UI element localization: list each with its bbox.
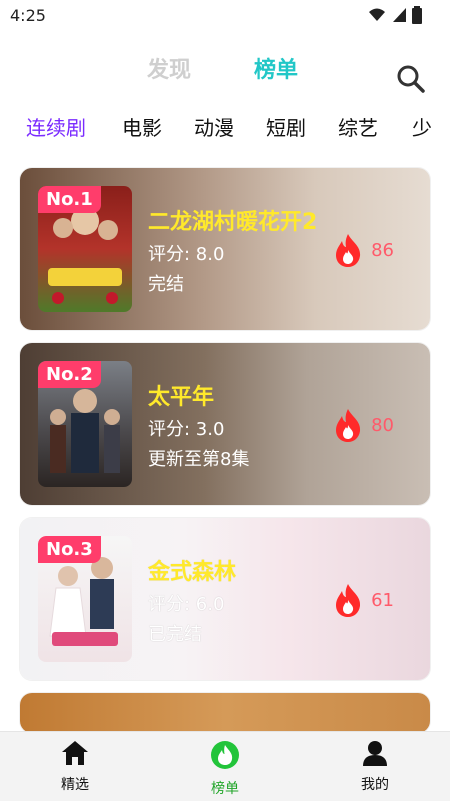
search-button[interactable] — [396, 64, 426, 94]
nav-featured-label: 精选 — [61, 777, 89, 793]
status-icons — [368, 6, 422, 24]
heat-value: 86 — [371, 239, 394, 261]
poster-image: No.3 — [38, 536, 132, 662]
heat-indicator: 86 — [333, 232, 394, 268]
battery-icon — [412, 6, 422, 24]
wifi-icon — [369, 8, 385, 21]
category-anime[interactable]: 动漫 — [194, 112, 234, 141]
signal-icon — [393, 8, 406, 22]
heat-value: 61 — [371, 589, 394, 611]
status-bar: 4:25 — [0, 0, 450, 32]
ranking-card[interactable]: No.3 金式森林 评分: 6.0 已完结 61 — [20, 518, 430, 680]
ranking-card[interactable]: No.1 二龙湖村暖花开2 评分: 8.0 完结 86 — [20, 168, 430, 330]
ranking-card[interactable]: No.2 太平年 评分: 3.0 更新至第8集 80 — [20, 343, 430, 505]
tab-discover[interactable]: 发现 — [147, 52, 191, 84]
heat-value: 80 — [371, 414, 394, 436]
heat-indicator: 80 — [333, 407, 394, 443]
rank-badge: No.2 — [38, 361, 101, 388]
category-kids[interactable]: 少 — [412, 112, 432, 141]
drama-title: 二龙湖村暖花开2 — [148, 210, 318, 235]
flame-icon — [336, 409, 361, 442]
top-tabs: 发现 榜单 — [0, 52, 450, 96]
drama-title: 金式森林 — [148, 560, 237, 585]
ranking-card[interactable] — [20, 693, 430, 733]
drama-score: 评分: 6.0 — [148, 594, 225, 615]
rank-badge: No.1 — [38, 186, 101, 213]
drama-score: 评分: 8.0 — [148, 244, 225, 265]
flame-icon — [336, 234, 361, 267]
search-icon — [397, 65, 425, 93]
nav-ranking-label: 榜单 — [211, 781, 239, 797]
category-short-drama[interactable]: 短剧 — [266, 112, 306, 141]
rank-badge: No.3 — [38, 536, 101, 563]
user-icon — [363, 741, 387, 766]
home-icon — [62, 741, 88, 765]
drama-status: 完结 — [148, 274, 184, 295]
tab-ranking[interactable]: 榜单 — [254, 52, 298, 84]
category-movie[interactable]: 电影 — [122, 112, 162, 141]
category-row: 连续剧 电影 动漫 短剧 综艺 少 — [0, 112, 450, 148]
drama-title: 太平年 — [148, 385, 215, 410]
nav-featured[interactable]: 精选 — [20, 740, 130, 794]
category-variety[interactable]: 综艺 — [338, 112, 378, 141]
heat-indicator: 61 — [333, 582, 394, 618]
flame-icon — [336, 584, 361, 617]
drama-status: 更新至第8集 — [148, 449, 250, 470]
poster-image: No.1 — [38, 186, 132, 312]
category-tv-series[interactable]: 连续剧 — [26, 112, 86, 141]
drama-score: 评分: 3.0 — [148, 419, 225, 440]
poster-image: No.2 — [38, 361, 132, 487]
drama-status: 已完结 — [148, 624, 202, 645]
flame-icon — [211, 741, 239, 769]
nav-mine-label: 我的 — [361, 777, 389, 793]
nav-ranking[interactable]: 榜单 — [170, 740, 280, 798]
bottom-nav: 精选 榜单 我的 — [0, 731, 450, 801]
nav-mine[interactable]: 我的 — [320, 740, 430, 794]
status-time: 4:25 — [10, 6, 46, 25]
